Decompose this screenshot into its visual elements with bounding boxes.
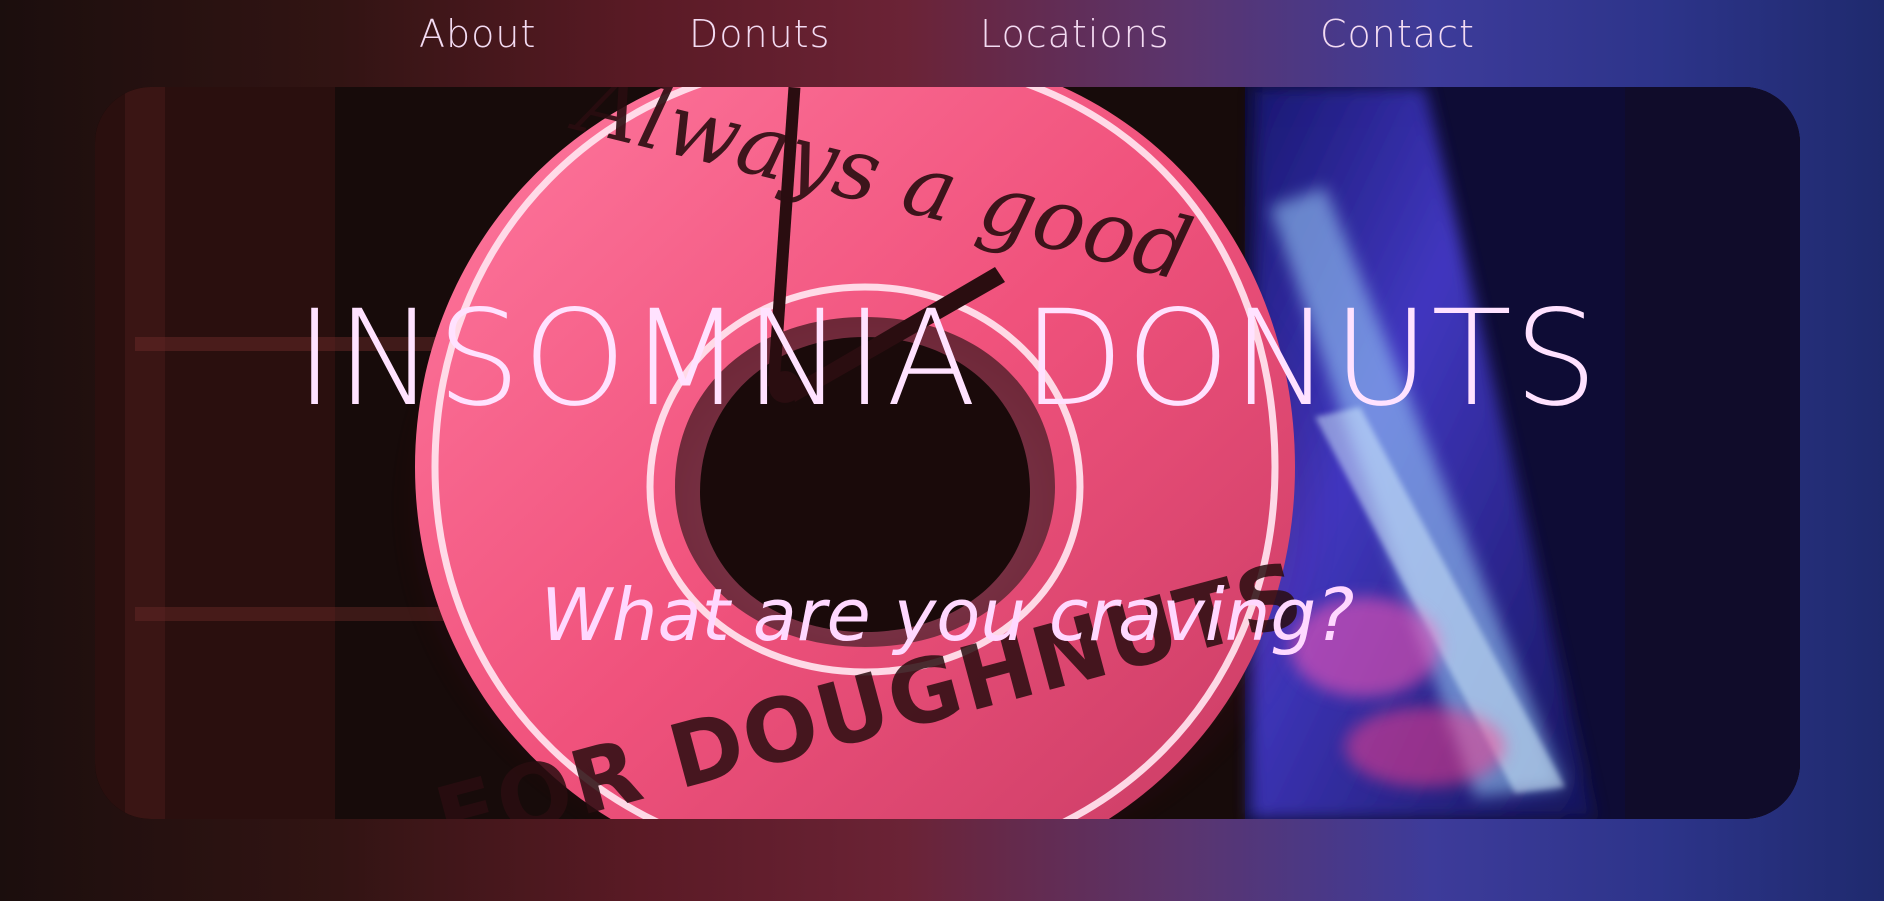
hero-subtitle: What are you craving?	[540, 573, 1355, 657]
top-navigation: About Donuts Locations Contact	[0, 0, 1884, 72]
nav-contact-link[interactable]: Contact	[1320, 12, 1475, 56]
page-title: INSOMNIA DONUTS	[295, 282, 1600, 437]
hero-banner: Always a good FOR DOUGHNUTS INSOMNIA DON…	[95, 87, 1800, 819]
nav-about-link[interactable]: About	[419, 12, 536, 56]
nav-donuts-link[interactable]: Donuts	[689, 12, 830, 56]
nav-locations-link[interactable]: Locations	[980, 12, 1170, 56]
